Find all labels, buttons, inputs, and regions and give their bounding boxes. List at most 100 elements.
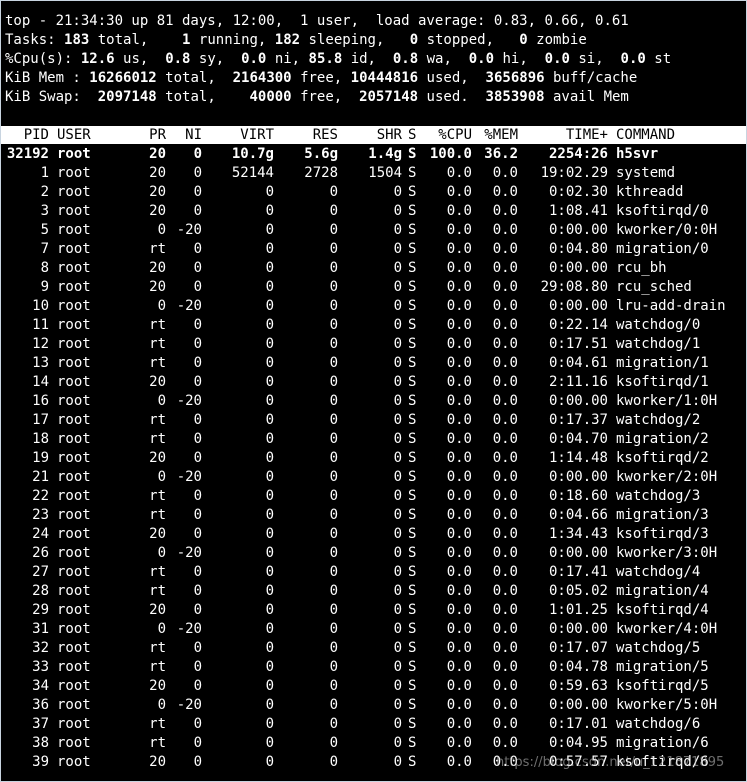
cell-pr: 20 [149, 260, 166, 276]
cell-user: root [57, 583, 91, 599]
cell-pr: rt [149, 735, 166, 751]
cell-time: 19:02.29 [540, 165, 608, 181]
cell-virt: 0 [265, 317, 274, 333]
cell-command: ksoftirqd/4 [616, 602, 709, 618]
cell-s: S [408, 545, 417, 561]
cell-res: 0 [329, 697, 338, 713]
mem-buff-label: buff/cache [553, 70, 638, 86]
tasks-sleeping: 182 [274, 32, 301, 48]
cell-pid: 18 [32, 431, 49, 447]
cell-shr: 0 [393, 678, 402, 694]
cell-res: 0 [329, 203, 338, 219]
cell-command: migration/4 [616, 583, 709, 599]
cell-res: 0 [329, 317, 338, 333]
cell-ni: 0 [193, 412, 202, 428]
swap-used: 2057148 [359, 89, 419, 105]
cell-res: 0 [329, 564, 338, 580]
cell-virt: 0 [265, 260, 274, 276]
cell-shr: 0 [393, 298, 402, 314]
table-row: 1 root 20 0 52144 2728 1504 S 0.0 0.0 19:02.29 syst… [1, 164, 746, 183]
cell-pr: 20 [149, 754, 166, 770]
cell-pr: rt [149, 355, 166, 371]
header-shr: SHR [376, 127, 402, 143]
cell-user: root [57, 374, 91, 390]
cell-res: 0 [329, 279, 338, 295]
cell-user: root [57, 279, 91, 295]
cell-res: 0 [329, 735, 338, 751]
table-row: 5 root 0 -20 0 0 0 S 0.0 0.0 0:00.00 kworker/0:0H [1, 221, 746, 240]
cpu-sy-label: sy, [198, 51, 225, 67]
header-pr: PR [149, 127, 166, 143]
cell-pr: 0 [157, 469, 166, 485]
cell-pr: rt [149, 583, 166, 599]
cell-pr: 0 [157, 298, 166, 314]
cell-time: 0:17.07 [548, 640, 608, 656]
cell-cpu: 0.0 [446, 222, 472, 238]
cell-mem: 0.0 [492, 716, 518, 732]
cell-pid: 9 [40, 279, 49, 295]
cell-s: S [408, 431, 417, 447]
table-row: 31 root 0 -20 0 0 0 S 0.0 0.0 0:00.00 kworker/4:0H [1, 620, 746, 639]
cell-command: ksoftirqd/0 [616, 203, 709, 219]
cell-virt: 0 [265, 545, 274, 561]
terminal-window[interactable]: top - 21:34:30 up 81 days, 12:00, 1 user… [0, 0, 747, 782]
cell-shr: 0 [393, 488, 402, 504]
cell-ni: 0 [193, 241, 202, 257]
cell-virt: 0 [265, 697, 274, 713]
swap-total: 2097148 [97, 89, 157, 105]
cell-time: 0:17.51 [548, 336, 608, 352]
cell-virt: 0 [265, 602, 274, 618]
cell-shr: 0 [393, 602, 402, 618]
cell-ni: -20 [176, 469, 202, 485]
cell-time: 0:59.63 [548, 678, 608, 694]
cell-s: S [408, 602, 417, 618]
cell-mem: 0.0 [492, 355, 518, 371]
header-cpu: %CPU [438, 127, 472, 143]
cell-command: kworker/0:0H [616, 222, 718, 238]
cell-virt: 0 [265, 526, 274, 542]
cell-s: S [408, 450, 417, 466]
cell-time: 1:14.48 [548, 450, 608, 466]
cell-time: 2254:26 [548, 146, 608, 162]
tasks-label: Tasks: [5, 32, 56, 48]
cell-mem: 0.0 [492, 298, 518, 314]
cell-shr: 0 [393, 621, 402, 637]
cell-pid: 29 [32, 602, 49, 618]
cell-time: 0:02.30 [548, 184, 608, 200]
cell-pid: 7 [40, 241, 49, 257]
cell-ni: -20 [176, 697, 202, 713]
cell-time: 0:04.80 [548, 241, 608, 257]
cell-pid: 17 [32, 412, 49, 428]
table-row: 17 root rt 0 0 0 0 S 0.0 0.0 0:17.37 watchdog/2 [1, 411, 746, 430]
cell-ni: 0 [193, 260, 202, 276]
mem-used: 10444816 [350, 70, 419, 86]
cell-ni: -20 [176, 545, 202, 561]
cell-user: root [57, 393, 91, 409]
table-row: 34 root 20 0 0 0 0 S 0.0 0.0 0:59.63 ksoftirqd/5 [1, 677, 746, 696]
cell-cpu: 0.0 [446, 621, 472, 637]
cell-virt: 0 [265, 393, 274, 409]
cell-shr: 0 [393, 450, 402, 466]
cpu-ni-label: ni, [274, 51, 301, 67]
cell-pid: 11 [32, 317, 49, 333]
cell-ni: -20 [176, 393, 202, 409]
cell-cpu: 0.0 [446, 165, 472, 181]
cpu-st-label: st [654, 51, 672, 67]
cell-virt: 0 [265, 735, 274, 751]
cell-command: watchdog/2 [616, 412, 701, 428]
cell-ni: 0 [193, 583, 202, 599]
cell-cpu: 0.0 [446, 754, 472, 770]
cell-s: S [408, 393, 417, 409]
cpu-si-label: si, [578, 51, 604, 67]
cell-command: migration/1 [616, 355, 709, 371]
cell-shr: 0 [393, 469, 402, 485]
cpu-si: 0.0 [544, 51, 570, 67]
cpu-line: %Cpu(s): 12.6 us, 0.8 sy, 0.0 ni, 85.8 i… [5, 50, 671, 69]
cpu-id-label: id, [350, 51, 376, 67]
cell-pid: 26 [32, 545, 49, 561]
cell-ni: 0 [193, 602, 202, 618]
cell-time: 1:01.25 [548, 602, 608, 618]
cell-pr: 20 [149, 184, 166, 200]
cell-cpu: 0.0 [446, 735, 472, 751]
cell-pr: rt [149, 488, 166, 504]
